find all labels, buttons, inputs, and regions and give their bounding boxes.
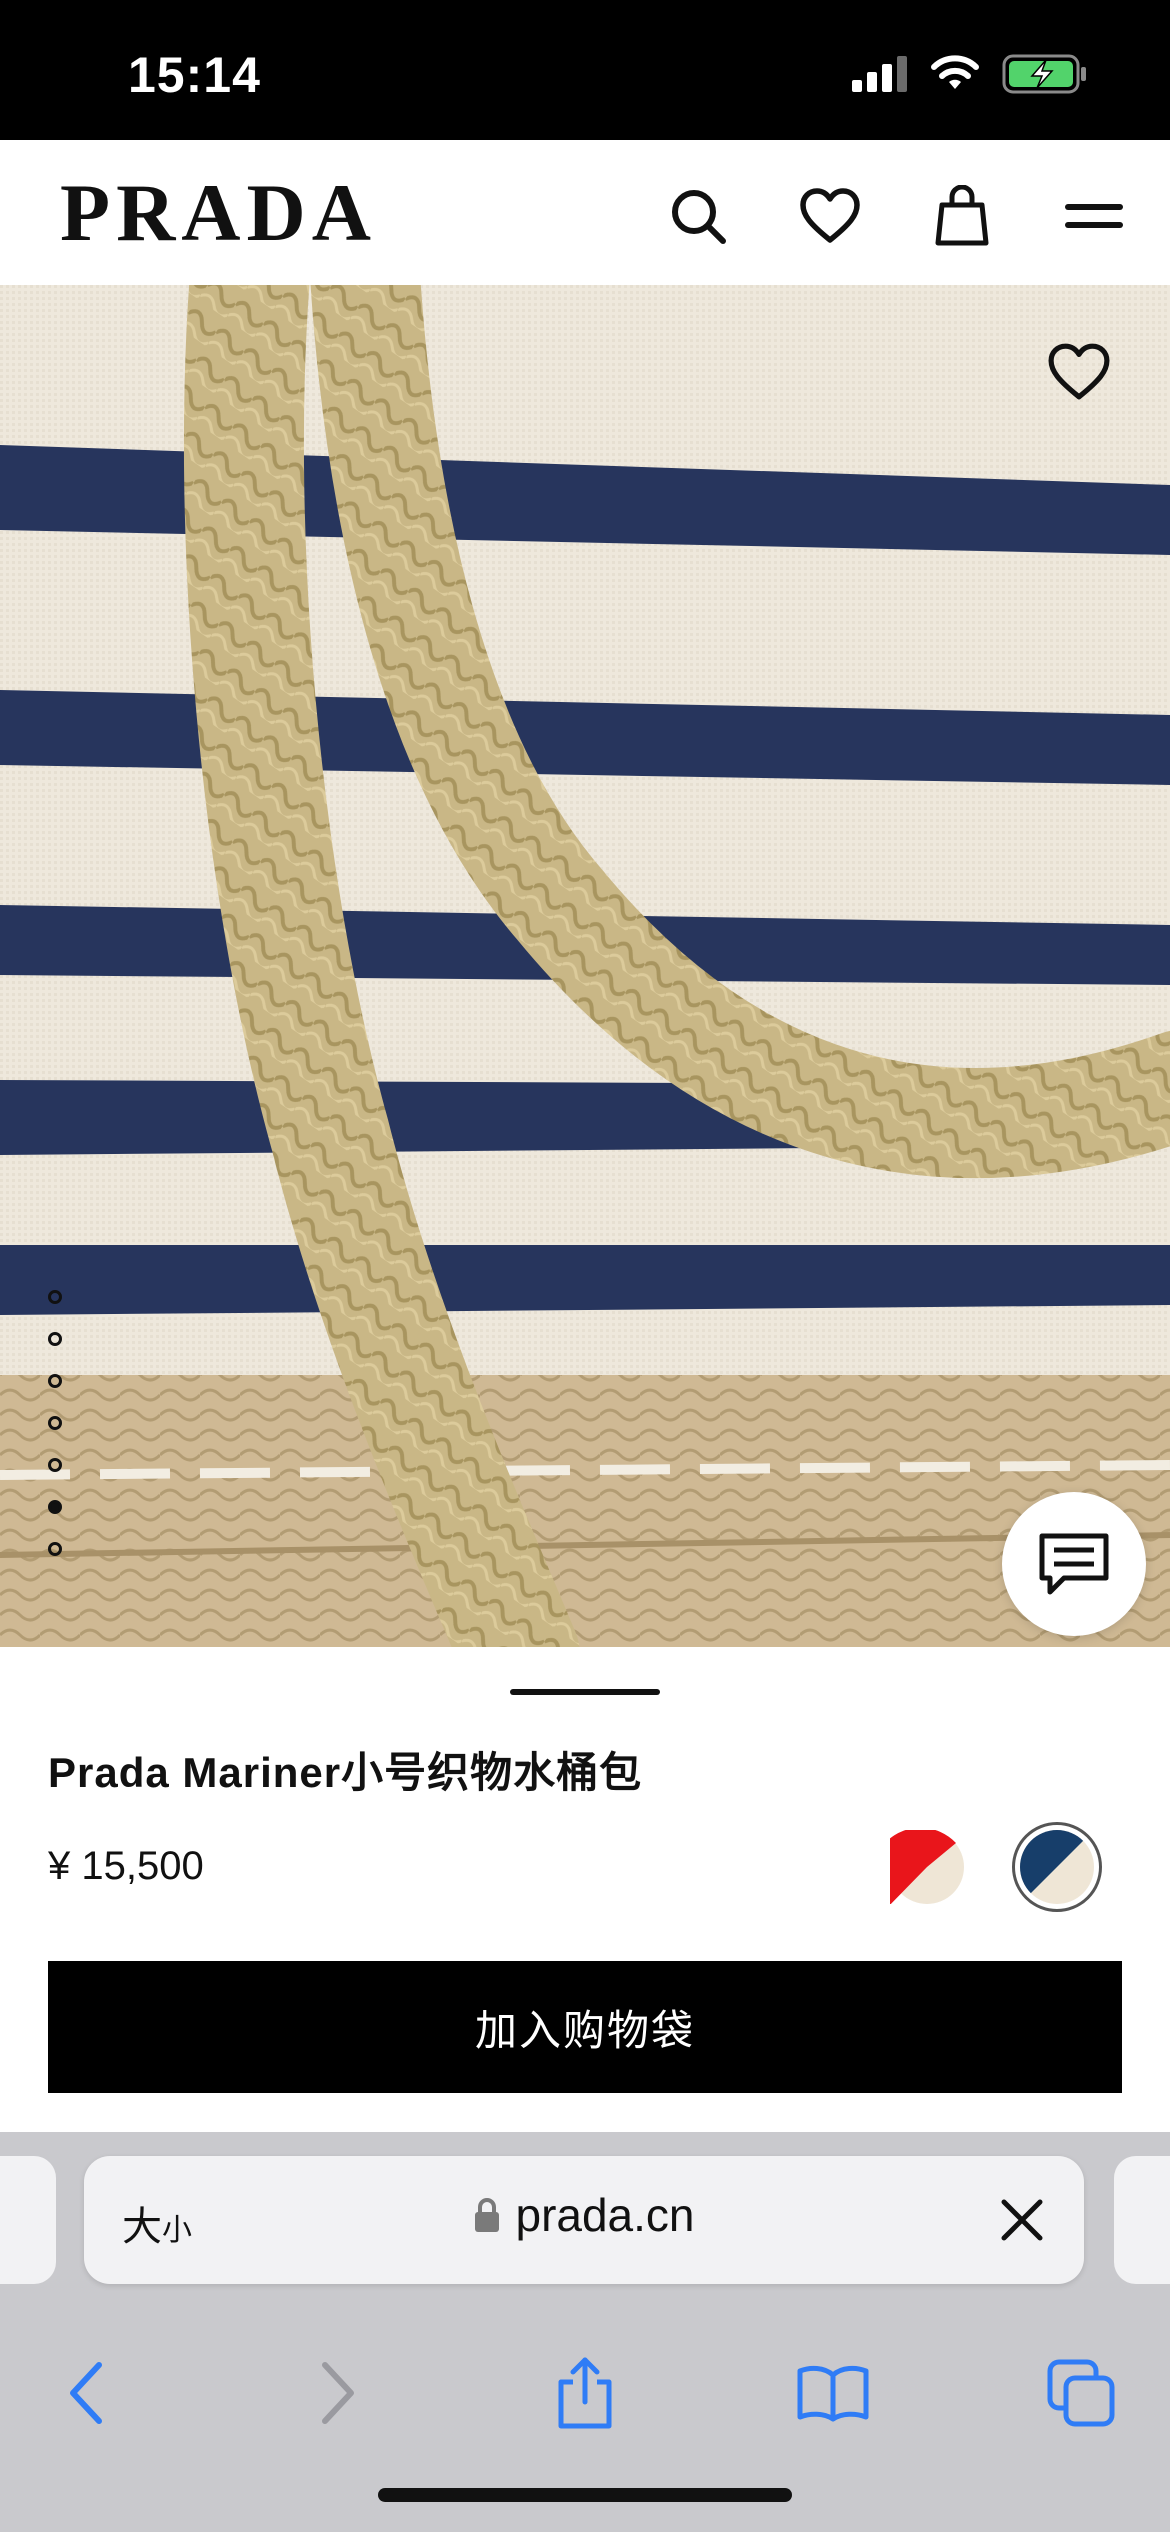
prada-logo[interactable]: PRADA	[60, 166, 377, 260]
swatch-navy-cream[interactable]	[1012, 1822, 1102, 1912]
wishlist-button[interactable]	[794, 180, 866, 252]
shopping-bag-icon	[935, 185, 989, 246]
battery-charging-icon	[1002, 54, 1086, 94]
menu-button[interactable]	[1058, 180, 1130, 252]
product-price: ¥ 15,500	[48, 1844, 204, 1888]
gallery-dot[interactable]	[48, 1374, 62, 1388]
browser-bottom-bar: 大小 prada.cn	[0, 2132, 1170, 2532]
gallery-dot[interactable]	[48, 1542, 62, 1556]
book-icon	[797, 2365, 869, 2422]
chat-button[interactable]	[1002, 1492, 1146, 1636]
heart-icon	[1048, 343, 1110, 400]
shopping-bag-button[interactable]	[926, 180, 998, 252]
search-icon	[672, 190, 726, 244]
add-to-bag-button[interactable]: 加入购物袋	[48, 1961, 1122, 2093]
url-display: prada.cn	[84, 2188, 1084, 2242]
stop-loading-button[interactable]	[998, 2196, 1046, 2244]
status-time: 15:14	[128, 47, 261, 103]
status-bar: 15:14	[0, 0, 1170, 140]
close-icon	[1001, 2199, 1043, 2241]
previous-tab-peek[interactable]	[0, 2156, 56, 2284]
swatch-red-cream[interactable]	[882, 1822, 972, 1912]
signal-icon	[852, 56, 907, 92]
swatch-red-cream-icon	[890, 1830, 964, 1904]
gallery-pagination	[48, 1290, 62, 1584]
gallery-dot[interactable]	[48, 1458, 62, 1472]
share-button[interactable]	[540, 2348, 630, 2438]
tabs-button[interactable]	[1036, 2348, 1126, 2438]
chevron-left-icon	[70, 2362, 102, 2424]
product-info-panel: Prada Mariner小号织物水桶包 ¥ 15,500 加入购物袋	[0, 1647, 1170, 2132]
add-to-wishlist-button[interactable]	[1048, 343, 1118, 413]
drag-handle[interactable]	[510, 1689, 660, 1695]
chevron-right-icon	[322, 2362, 354, 2424]
chat-icon	[1039, 1533, 1109, 1595]
lock-icon	[475, 2198, 500, 2232]
address-bar[interactable]: 大小 prada.cn	[84, 2156, 1084, 2284]
product-title: Prada Mariner小号织物水桶包	[48, 1749, 643, 1796]
tabs-icon	[1047, 2359, 1115, 2427]
wifi-icon	[931, 55, 979, 89]
product-photo	[0, 285, 1170, 1647]
next-tab-peek[interactable]	[1114, 2156, 1170, 2284]
menu-icon	[1065, 204, 1123, 228]
home-indicator[interactable]	[378, 2488, 792, 2502]
gallery-dot[interactable]	[48, 1332, 62, 1346]
color-swatches	[882, 1822, 1102, 1912]
gallery-dot[interactable]	[48, 1416, 62, 1430]
forward-button[interactable]	[292, 2348, 382, 2438]
search-button[interactable]	[662, 180, 734, 252]
status-icons	[852, 54, 1088, 94]
browser-toolbar	[0, 2328, 1170, 2458]
swatch-navy-cream-icon	[1020, 1830, 1094, 1904]
site-header: PRADA	[0, 140, 1170, 286]
heart-icon	[800, 188, 860, 243]
url-text: prada.cn	[515, 2189, 695, 2241]
gallery-dot-active[interactable]	[48, 1500, 62, 1514]
bookmarks-button[interactable]	[788, 2348, 878, 2438]
header-actions	[662, 180, 1130, 252]
share-icon	[558, 2357, 612, 2429]
back-button[interactable]	[42, 2348, 132, 2438]
gallery-dot[interactable]	[48, 1290, 62, 1304]
product-image-gallery[interactable]	[0, 285, 1170, 1647]
